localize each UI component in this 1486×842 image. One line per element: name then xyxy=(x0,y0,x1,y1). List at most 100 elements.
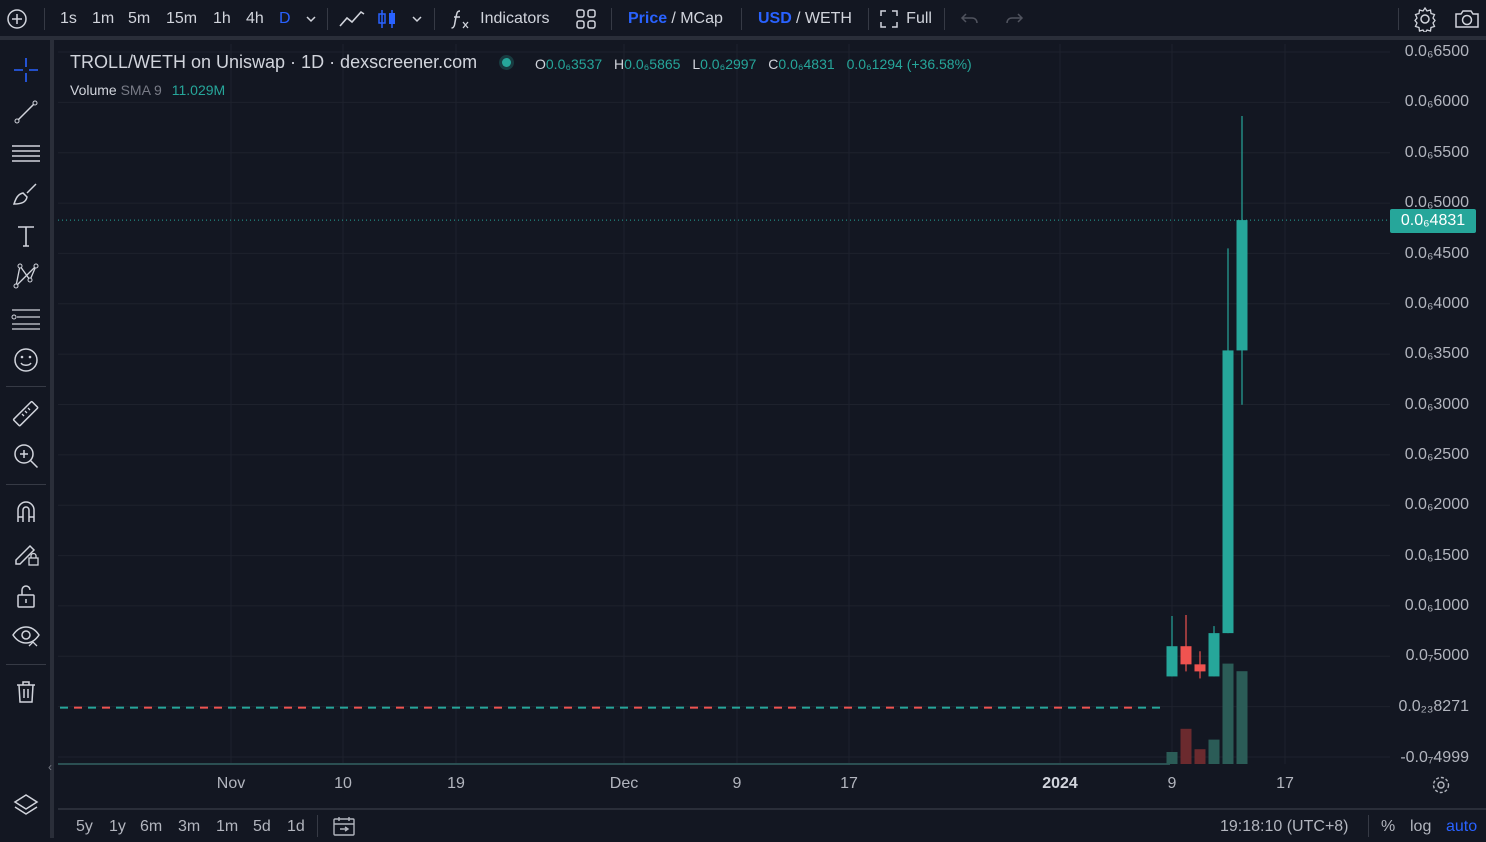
volume-bar xyxy=(1222,663,1234,764)
eye-icon[interactable] xyxy=(10,620,42,652)
range-6m[interactable]: 6m xyxy=(140,818,162,836)
volume-bar xyxy=(1194,749,1206,764)
low-value: 0.0₆2997 xyxy=(700,56,757,72)
percent-toggle[interactable]: % xyxy=(1381,818,1395,836)
chevron-down-icon[interactable] xyxy=(304,0,318,38)
price-tick: 0.0₆4500 xyxy=(1404,245,1469,262)
open-value: 0.0₆3537 xyxy=(545,56,603,72)
zoom-in-icon[interactable] xyxy=(10,440,42,472)
layout-grid-icon[interactable] xyxy=(575,0,597,38)
close-value: 0.0₆4831 xyxy=(778,56,835,72)
candle-body xyxy=(1180,646,1192,665)
text-tool-icon[interactable] xyxy=(10,220,42,252)
range-1d[interactable]: 1d xyxy=(287,818,305,836)
axis-settings-icon[interactable] xyxy=(1430,774,1452,800)
camera-icon[interactable] xyxy=(1454,0,1480,38)
price-chart[interactable] xyxy=(58,44,1486,804)
mcap-label: / MCap xyxy=(671,10,723,27)
undo-icon[interactable] xyxy=(960,0,980,38)
timeframe-15m[interactable]: 15m xyxy=(166,0,197,38)
timeframe-d[interactable]: D xyxy=(279,0,291,38)
candle-body xyxy=(1222,350,1234,634)
collapse-sidebar-icon[interactable]: ‹ xyxy=(48,760,58,780)
price-tick: -0.0₇4999 xyxy=(1400,749,1469,766)
price-tick: 0.0₇5000 xyxy=(1405,647,1469,664)
unlock-icon[interactable] xyxy=(10,580,42,612)
timeframe-1m[interactable]: 1m xyxy=(92,0,114,38)
open-key: O xyxy=(535,56,546,72)
candle-body xyxy=(1208,633,1220,677)
timeframe-5m[interactable]: 5m xyxy=(128,0,150,38)
toolbar-divider xyxy=(611,8,612,30)
candle-body xyxy=(1236,220,1248,351)
add-symbol-icon[interactable] xyxy=(6,0,28,38)
candlesticks xyxy=(1166,115,1248,679)
bottom-divider xyxy=(1368,815,1369,837)
low-key: L xyxy=(692,56,701,72)
indicators-button[interactable]: Indicators xyxy=(448,0,550,38)
volume-bar xyxy=(1208,739,1220,764)
lock-drawing-icon[interactable] xyxy=(10,538,42,570)
line-chart-icon[interactable] xyxy=(338,0,366,38)
log-toggle[interactable]: log xyxy=(1410,818,1431,836)
crosshair-icon[interactable] xyxy=(10,54,42,86)
fib-retracement-icon[interactable] xyxy=(10,302,42,334)
flat-candles xyxy=(58,706,1170,765)
currency-toggle[interactable]: USD / WETH xyxy=(758,0,852,38)
volume-bar xyxy=(1166,752,1178,764)
close-key: C xyxy=(768,56,779,72)
usd-label: USD xyxy=(758,10,792,27)
time-tick: 9 xyxy=(1167,775,1177,792)
layers-icon[interactable] xyxy=(10,790,42,822)
ruler-icon[interactable] xyxy=(10,398,42,430)
toolbar-divider xyxy=(44,8,45,30)
time-tick: Nov xyxy=(216,775,246,792)
time-tick: Dec xyxy=(609,775,639,792)
range-1y[interactable]: 1y xyxy=(109,818,126,836)
auto-toggle[interactable]: auto xyxy=(1446,818,1477,836)
pattern-icon[interactable] xyxy=(10,260,42,292)
live-status-dot xyxy=(502,58,511,67)
brush-icon[interactable] xyxy=(10,178,42,210)
toolbar-divider xyxy=(741,8,742,30)
price-tick: 0.0₆3000 xyxy=(1404,396,1469,413)
volume-label: Volume xyxy=(70,82,117,98)
clock[interactable]: 19:18:10 (UTC+8) xyxy=(1220,818,1349,836)
toolbar-divider xyxy=(327,8,328,30)
time-tick: 19 xyxy=(447,775,465,792)
chart-title: TROLL/WETH on Uniswap · 1D · dexscreener… xyxy=(70,52,478,72)
fullscreen-icon xyxy=(880,10,898,28)
time-tick: 2024 xyxy=(1042,775,1078,792)
sidebar-divider xyxy=(6,484,46,485)
sma-label: SMA 9 xyxy=(120,82,162,98)
bottom-divider xyxy=(317,815,318,837)
chevron-down-icon[interactable] xyxy=(410,0,424,38)
timeframe-4h[interactable]: 4h xyxy=(246,0,264,38)
bottom-bar: 5y 1y 6m 3m 1m 5d 1d 19:18:10 (UTC+8) % … xyxy=(58,808,1486,840)
horizontal-lines-icon[interactable] xyxy=(10,138,42,170)
magnet-icon[interactable] xyxy=(10,496,42,528)
candle-body xyxy=(1194,664,1206,672)
timeframe-1s[interactable]: 1s xyxy=(60,0,77,38)
current-price-tag: 0.0₆4831 xyxy=(1390,209,1476,233)
redo-icon[interactable] xyxy=(1004,0,1024,38)
trend-line-icon[interactable] xyxy=(10,96,42,128)
trash-icon[interactable] xyxy=(10,676,42,708)
emoji-icon[interactable] xyxy=(10,344,42,376)
range-5d[interactable]: 5d xyxy=(253,818,271,836)
volume-bars xyxy=(1166,663,1248,764)
candles-icon[interactable] xyxy=(377,0,397,38)
price-mcap-toggle[interactable]: Price / MCap xyxy=(628,0,723,38)
timeframe-1h[interactable]: 1h xyxy=(213,0,231,38)
price-tick: 0.0₆6500 xyxy=(1404,43,1469,60)
time-tick: 17 xyxy=(840,775,858,792)
price-tick: 0.0₂₃8271 xyxy=(1398,698,1469,715)
indicators-label: Indicators xyxy=(480,10,550,27)
range-3m[interactable]: 3m xyxy=(178,818,200,836)
range-1m[interactable]: 1m xyxy=(216,818,238,836)
gear-icon[interactable] xyxy=(1412,0,1438,38)
range-5y[interactable]: 5y xyxy=(76,818,93,836)
price-tick: 0.0₆1000 xyxy=(1404,597,1469,614)
price-tick: 0.0₆1500 xyxy=(1404,547,1469,564)
fullscreen-button[interactable]: Full xyxy=(880,0,932,38)
